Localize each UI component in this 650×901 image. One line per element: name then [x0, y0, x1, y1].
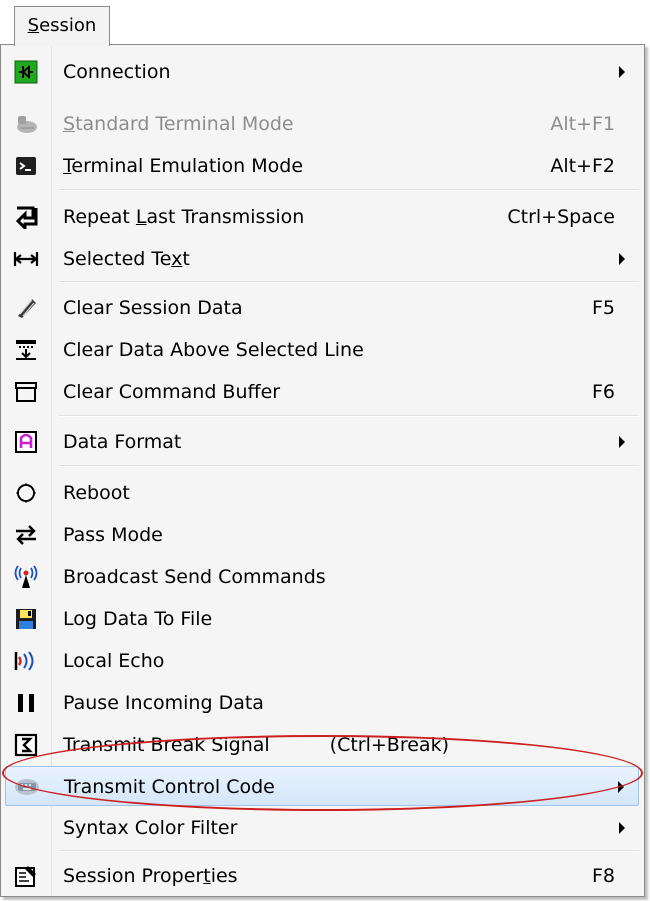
- session-dropdown-menu: Connection Standard Terminal Mode Alt+F1…: [0, 44, 645, 897]
- label-rest: tandard Terminal Mode: [75, 113, 294, 135]
- data-format-icon: [13, 429, 39, 455]
- selected-text-icon: [13, 246, 39, 272]
- menu-item-shortcut: F6: [591, 381, 615, 403]
- mnemonic: t: [203, 865, 211, 887]
- menu-item-clear-data-above-selected-line[interactable]: Clear Data Above Selected Line: [5, 330, 639, 370]
- submenu-arrow-icon: [619, 822, 625, 834]
- menu-item-shortcut: Ctrl+Space: [507, 206, 615, 228]
- menu-item-label: Repeat Last Transmission: [63, 197, 304, 237]
- menu-item-label: Transmit Break Signal: [63, 734, 270, 756]
- mnemonic: L: [135, 206, 147, 228]
- connection-icon: [13, 59, 39, 85]
- repeat-icon: [13, 204, 39, 230]
- clear-session-icon: [13, 295, 39, 321]
- mnemonic: x: [171, 248, 183, 270]
- menu-item-terminal-emulation-mode[interactable]: Terminal Emulation Mode Alt+F2: [5, 146, 639, 186]
- menu-item-label: Pass Mode: [63, 524, 163, 546]
- label-pre: Selected Te: [63, 248, 172, 270]
- menu-item-label: Connection: [63, 61, 171, 83]
- menu-item-label: Log Data To File: [63, 608, 213, 630]
- menu-item-label: Clear Command Buffer: [63, 381, 281, 403]
- menu-separator: [59, 281, 639, 283]
- menu-item-shortcut: F8: [591, 865, 615, 887]
- log-file-icon: [13, 606, 39, 632]
- label-rest: t: [182, 248, 190, 270]
- menu-item-transmit-break-signal[interactable]: Transmit Break Signal (Ctrl+Break): [5, 725, 639, 765]
- menu-item-clear-command-buffer[interactable]: Clear Command Buffer F6: [5, 372, 639, 412]
- reboot-icon: [13, 480, 39, 506]
- menu-item-label: Pause Incoming Data: [63, 692, 264, 714]
- menu-item-local-echo[interactable]: Local Echo: [5, 641, 639, 681]
- menu-item-repeat-last-transmission[interactable]: Repeat Last Transmission Ctrl+Space: [5, 197, 639, 237]
- pass-mode-icon: [13, 522, 39, 548]
- break-signal-icon: [13, 732, 39, 758]
- label-rest: ast Transmission: [146, 206, 305, 228]
- menu-item-data-format[interactable]: Data Format: [5, 422, 639, 462]
- menu-separator: [59, 189, 639, 191]
- menu-item-label: Transmit Control Code: [64, 776, 275, 798]
- submenu-arrow-icon: [618, 781, 624, 793]
- mnemonic: S: [63, 113, 76, 135]
- menu-separator: [59, 415, 639, 417]
- label-rest: erminal Emulation Mode: [71, 155, 304, 177]
- menu-item-broadcast-send-commands[interactable]: Broadcast Send Commands: [5, 557, 639, 597]
- menubar: Session: [0, 0, 650, 46]
- label-rest: ies: [210, 865, 238, 887]
- menu-item-label: Clear Session Data: [63, 297, 243, 319]
- menu-item-label: Data Format: [63, 431, 182, 453]
- session-menu-tab[interactable]: Session: [14, 6, 110, 46]
- menu-item-label: Terminal Emulation Mode: [63, 146, 303, 186]
- submenu-arrow-icon: [619, 253, 625, 265]
- session-tab-mnemonic: S: [27, 15, 40, 36]
- menu-item-label: Clear Data Above Selected Line: [63, 339, 364, 361]
- session-tab-label: ession: [39, 15, 97, 36]
- clear-buffer-icon: [13, 379, 39, 405]
- menu-item-session-properties[interactable]: Session Properties F8: [5, 856, 639, 896]
- menu-item-clear-session-data[interactable]: Clear Session Data F5: [5, 288, 639, 328]
- menu-item-label: Standard Terminal Mode: [63, 104, 294, 144]
- menu-separator: [59, 465, 639, 467]
- broadcast-icon: [13, 564, 39, 590]
- submenu-arrow-icon: [619, 436, 625, 448]
- menu-item-shortcut: Alt+F2: [550, 155, 615, 177]
- menu-item-shortcut: F5: [591, 297, 615, 319]
- terminal-emulation-icon: [13, 153, 39, 179]
- standard-terminal-icon: [13, 111, 39, 137]
- label-pre: Session Proper: [63, 865, 204, 887]
- menu-item-label: Reboot: [63, 482, 130, 504]
- menu-separator: [59, 850, 639, 852]
- menu-item-standard-terminal-mode[interactable]: Standard Terminal Mode Alt+F1: [5, 104, 639, 144]
- local-echo-icon: [13, 648, 39, 674]
- submenu-arrow-icon: [619, 66, 625, 78]
- control-code-icon: [14, 774, 40, 800]
- pause-icon: [13, 690, 39, 716]
- clear-above-icon: [13, 337, 39, 363]
- menu-item-pass-mode[interactable]: Pass Mode: [5, 515, 639, 555]
- menu-item-log-data-to-file[interactable]: Log Data To File: [5, 599, 639, 639]
- menu-item-pause-incoming-data[interactable]: Pause Incoming Data: [5, 683, 639, 723]
- menu-item-connection[interactable]: Connection: [5, 52, 639, 92]
- menu-item-transmit-control-code[interactable]: Transmit Control Code: [5, 766, 639, 806]
- menu-item-label: Local Echo: [63, 650, 165, 672]
- menu-item-reboot[interactable]: Reboot: [5, 473, 639, 513]
- menu-item-label: Broadcast Send Commands: [63, 566, 326, 588]
- menu-item-syntax-color-filter[interactable]: Syntax Color Filter: [5, 808, 639, 848]
- properties-icon: [13, 863, 39, 889]
- menu-item-label: Syntax Color Filter: [63, 817, 238, 839]
- label-pre: Repeat: [63, 206, 136, 228]
- menu-item-selected-text[interactable]: Selected Text: [5, 239, 639, 279]
- menu-item-label: Selected Text: [63, 239, 190, 279]
- menu-item-shortcut: (Ctrl+Break): [329, 734, 449, 756]
- menu-item-shortcut: Alt+F1: [550, 113, 615, 135]
- menu-item-label: Session Properties: [63, 856, 238, 896]
